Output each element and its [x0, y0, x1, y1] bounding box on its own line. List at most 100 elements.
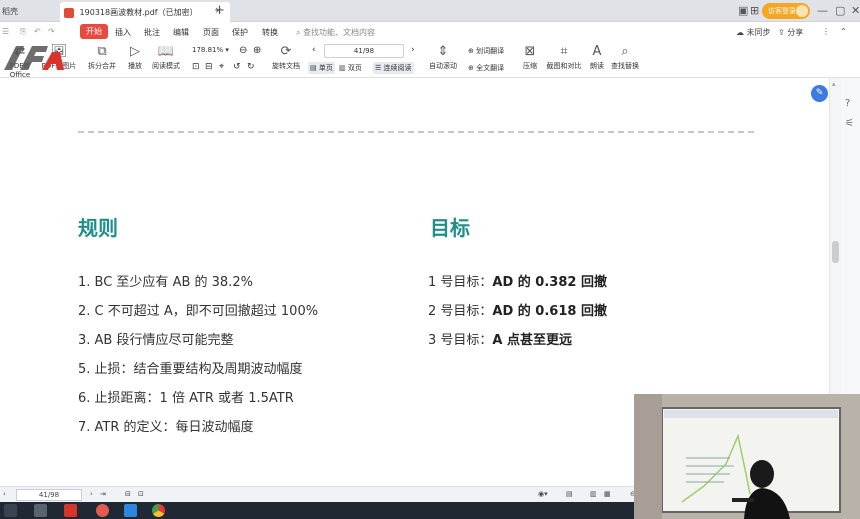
play-label: 播放 [128, 62, 142, 70]
menu-item-annotate[interactable]: 批注 [144, 27, 160, 38]
file-menu-icon[interactable]: ☰ [2, 27, 9, 36]
single-page-label: 单页 [318, 64, 333, 72]
rotate-doc-button[interactable]: ⟳ 旋转文档 [268, 44, 304, 71]
zoom-value: 178.81% [192, 46, 224, 54]
full-translate-button[interactable]: ⊕ 全文翻译 [468, 63, 504, 73]
goal-value: AD 的 0.382 回撤 [492, 275, 607, 290]
rules-heading: 规则 [78, 216, 118, 240]
scroll-up-icon[interactable]: ▴ [832, 80, 836, 88]
first-page-icon[interactable]: ‹ [3, 490, 6, 498]
goal-item: 3 号目标：A 点甚至更远 [428, 329, 572, 348]
share-button[interactable]: ⇪ 分享 [778, 27, 803, 38]
rotate-left-icon[interactable]: ↺ [233, 62, 241, 72]
chrome-icon[interactable] [152, 504, 165, 517]
more-icon[interactable]: ⋮ [822, 27, 830, 36]
sync-label: 未同步 [746, 28, 771, 37]
read-mode-button[interactable]: 📖 阅读模式 [149, 44, 183, 71]
assistant-bubble-icon[interactable]: ✎ [811, 85, 828, 102]
split-merge-label: 拆分合并 [88, 62, 116, 70]
single-page-status-icon[interactable]: ▤ [566, 490, 573, 498]
toolbar: ⇄ PDF转Office 🖼 PDF转图片 ⧉ 拆分合并 ▷ 播放 📖 阅读模式… [0, 42, 860, 79]
ribbon: ☰ ⎘ ↶ ↷ 开始 插入 批注 编辑 页面 保护 转换 ⌕ 查找功能、文档内容… [0, 22, 860, 79]
double-page-status-icon[interactable]: ▥ [590, 490, 597, 498]
collapse-ribbon-icon[interactable]: ⌃ [840, 27, 847, 36]
find-replace-button[interactable]: ⌕ 查找替换 [608, 44, 642, 71]
zoom-in-icon[interactable]: ⊕ [253, 45, 261, 56]
last-page-icon[interactable]: ⇥ [100, 490, 106, 498]
split-merge-icon: ⧉ [97, 44, 107, 59]
screenshot-compare-button[interactable]: ⌗ 截图和对比 [543, 44, 585, 71]
menu-item-start[interactable]: 开始 [80, 24, 108, 39]
auto-scroll-icon: ⇕ [437, 44, 449, 59]
taskbar-app-icon[interactable] [34, 504, 47, 517]
word-translate-button[interactable]: ⊕ 划词翻译 [468, 46, 504, 56]
menu-item-convert[interactable]: 转换 [262, 27, 278, 38]
fit-width-icon[interactable]: ⊟ [205, 62, 213, 72]
avatar [796, 5, 808, 17]
settings-sliders-icon[interactable]: ⚟ [845, 118, 854, 129]
play-button[interactable]: ▷ 播放 [124, 44, 146, 71]
goal-item: 1 号目标：AD 的 0.382 回撤 [428, 271, 607, 290]
undo-icon[interactable]: ↶ [34, 27, 41, 36]
read-aloud-button[interactable]: A 朗读 [587, 44, 607, 71]
pdf-file-icon [64, 7, 74, 18]
document-tab[interactable]: 190318画波教材.pdf（已加密） × [60, 2, 230, 22]
auto-scroll-button[interactable]: ⇕ 自动滚动 [424, 44, 462, 71]
select-tool-icon[interactable]: ⌖ [219, 62, 224, 72]
save-icon[interactable]: ⎘ [20, 27, 26, 37]
prev-page-icon[interactable]: ‹ [312, 45, 316, 55]
search-input[interactable]: ⌕ 查找功能、文档内容 [296, 27, 375, 38]
grid-icon[interactable]: ⊞ [750, 4, 759, 17]
fullscreen-icon[interactable]: ⊡ [138, 490, 144, 498]
book-view-icon[interactable]: ▦ [604, 490, 611, 498]
maximize-icon[interactable]: ▢ [835, 4, 845, 17]
new-tab-icon[interactable]: + [214, 3, 225, 18]
menu-item-edit[interactable]: 编辑 [173, 27, 189, 38]
auto-scroll-label: 自动滚动 [429, 62, 457, 70]
minimize-icon[interactable]: — [817, 4, 828, 17]
page-number-input[interactable]: 41/98 [324, 44, 404, 58]
read-aloud-label: 朗读 [590, 62, 604, 70]
zoom-out-icon[interactable]: ⊖ [239, 45, 247, 56]
login-button[interactable]: 访客登录 [762, 3, 810, 19]
read-mode-label: 阅读模式 [152, 62, 180, 70]
layout-icon[interactable]: ▣ [738, 4, 748, 17]
redo-icon[interactable]: ↷ [48, 27, 55, 36]
shield-icon[interactable] [124, 504, 137, 517]
menu-item-page[interactable]: 页面 [203, 27, 219, 38]
double-page-label: 双页 [347, 64, 362, 72]
continuous-read-button[interactable]: ☰ 连续阅读 [373, 62, 414, 74]
help-icon[interactable]: ? [845, 98, 850, 109]
compress-button[interactable]: ⊠ 压缩 [518, 44, 542, 71]
scrollbar-thumb[interactable] [832, 241, 839, 263]
double-page-button[interactable]: ▥ 双页 [339, 63, 362, 73]
split-merge-button[interactable]: ⧉ 拆分合并 [84, 44, 120, 71]
rotate-doc-label: 旋转文档 [272, 62, 300, 70]
status-page-input[interactable]: 41/98 [16, 489, 82, 501]
rotate-right-icon[interactable]: ↻ [247, 62, 255, 72]
next-page-icon[interactable]: › [411, 45, 415, 55]
rule-item: 2. C 不可超过 A，即不可回撤超过 100% [78, 304, 319, 319]
single-page-button[interactable]: ▤ 单页 [308, 62, 335, 74]
menu-item-protect[interactable]: 保护 [232, 27, 248, 38]
goal-label: 3 号目标： [428, 333, 493, 348]
close-window-icon[interactable]: ✕ [851, 4, 860, 17]
wps-pdf-icon[interactable] [64, 504, 77, 517]
menu-item-insert[interactable]: 插入 [115, 27, 131, 38]
start-icon[interactable] [4, 504, 17, 517]
eye-protect-icon[interactable]: ◉▾ [538, 490, 548, 498]
search-icon: ⌕ [296, 28, 301, 37]
taskbar-app-icon[interactable] [96, 504, 109, 517]
sync-status[interactable]: ☁ 未同步 [736, 27, 771, 38]
speaker-icon: A [592, 44, 602, 59]
zoom-select[interactable]: 178.81% ▾ [192, 46, 229, 54]
webcam-frame [634, 394, 860, 519]
home-tab[interactable]: 稻壳 [0, 0, 60, 22]
goals-heading: 目标 [430, 216, 470, 240]
goal-item: 2 号目标：AD 的 0.618 回撤 [428, 300, 607, 319]
rotate-doc-icon: ⟳ [280, 44, 292, 59]
sidebar-toggle-icon[interactable]: ⊟ [125, 490, 131, 498]
fit-page-icon[interactable]: ⊡ [192, 62, 200, 72]
next-page-status-icon[interactable]: › [90, 490, 93, 498]
book-icon: 📖 [157, 44, 175, 59]
